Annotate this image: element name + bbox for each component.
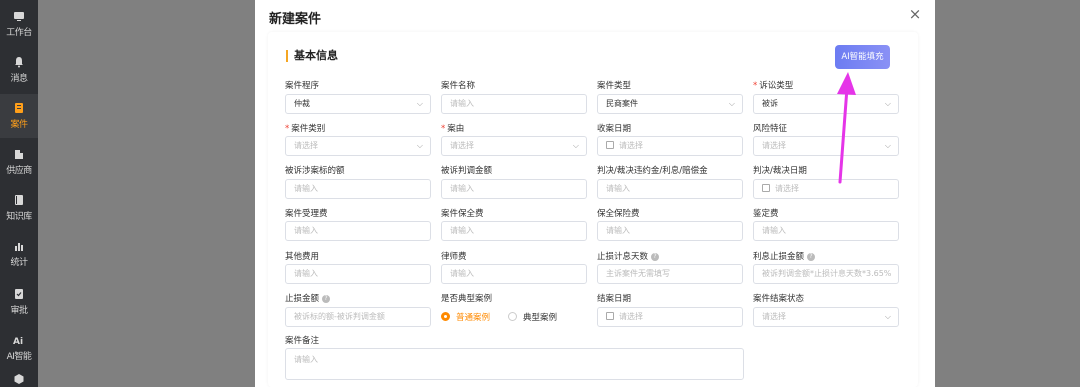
claim-amount-input[interactable]: 请输入 bbox=[285, 179, 431, 199]
sidebar-item-label: 消息 bbox=[10, 74, 28, 84]
other-fees-input[interactable]: 请输入 bbox=[285, 264, 431, 284]
sidebar-item-ai[interactable]: Ai AI智能 bbox=[0, 326, 38, 370]
calendar-icon bbox=[606, 141, 614, 149]
field-label-appraisal-fee: 鉴定费 bbox=[753, 209, 779, 219]
field-label-cause: * 案由 bbox=[441, 124, 465, 134]
insurance-fee-input[interactable]: 请输入 bbox=[597, 221, 743, 241]
penalty-input[interactable]: 请输入 bbox=[597, 179, 743, 199]
preservation-fee-input[interactable]: 请输入 bbox=[441, 221, 587, 241]
chevron-down-icon: ⌵ bbox=[416, 99, 423, 108]
case-icon bbox=[15, 103, 23, 113]
radio-typical-case[interactable]: 典型案例 bbox=[508, 311, 557, 323]
radio-normal-case[interactable]: 普通案例 bbox=[441, 311, 490, 323]
sidebar-item-label: 案件 bbox=[10, 120, 28, 130]
interest-loss-input[interactable]: 被诉判调金额*止损计息天数*3.65% bbox=[753, 264, 899, 284]
field-label-typical-case: 是否典型案例 bbox=[441, 294, 493, 304]
svg-text:Ai: Ai bbox=[13, 337, 23, 346]
appraisal-fee-input[interactable]: 请输入 bbox=[753, 221, 899, 241]
bell-icon bbox=[15, 57, 23, 68]
help-icon[interactable]: ? bbox=[807, 252, 816, 261]
sidebar-item-label: 供应商 bbox=[6, 166, 32, 176]
sidebar-item-approval[interactable]: 审批 bbox=[0, 280, 38, 324]
sidebar-item-more[interactable] bbox=[0, 370, 38, 387]
sidebar-item-label: AI智能 bbox=[6, 352, 32, 362]
filing-date-picker[interactable]: 请选择 bbox=[597, 136, 743, 156]
building-icon bbox=[15, 150, 23, 159]
annotation-arrow bbox=[837, 72, 856, 184]
sidebar-item-label: 知识库 bbox=[6, 212, 32, 222]
closing-date-picker[interactable]: 请选择 bbox=[597, 307, 743, 327]
new-case-dialog: 新建案件 × 基本信息 AI智能填充 案件程序 仲裁 ⌵ 案件名称 请输入 案件类… bbox=[255, 0, 935, 387]
radio-dot bbox=[508, 312, 517, 321]
sidebar-item-label: 审批 bbox=[10, 306, 28, 316]
lawyer-fee-input[interactable]: 请输入 bbox=[441, 264, 587, 284]
field-label-lawyer-fee: 律师费 bbox=[441, 252, 467, 262]
field-label-case-category: * 案件类别 bbox=[285, 124, 326, 134]
sidebar-item-statistics[interactable]: 统计 bbox=[0, 232, 38, 276]
field-label-remarks: 案件备注 bbox=[285, 336, 320, 346]
acceptance-fee-input[interactable]: 请输入 bbox=[285, 221, 431, 241]
field-label-closing-date: 结案日期 bbox=[597, 294, 632, 304]
ai-icon: Ai bbox=[13, 337, 23, 346]
field-label-case-type: 案件类型 bbox=[597, 81, 632, 91]
closing-status-select[interactable]: 请选择 ⌵ bbox=[753, 307, 899, 327]
sidebar-item-cases[interactable]: 案件 bbox=[0, 94, 38, 138]
chevron-down-icon: ⌵ bbox=[572, 141, 579, 150]
radio-dot bbox=[441, 312, 450, 321]
chevron-down-icon: ⌵ bbox=[884, 141, 891, 150]
case-procedure-select[interactable]: 仲裁 ⌵ bbox=[285, 94, 431, 114]
field-label-loss-amount: 止损金额? bbox=[285, 292, 331, 304]
field-label-other-fees: 其他费用 bbox=[285, 252, 320, 262]
field-label-litigation-type: * 诉讼类型 bbox=[753, 81, 794, 91]
loss-amount-input[interactable]: 被诉标的额-被诉判调金额 bbox=[285, 307, 431, 327]
field-label-judgment-amount: 被诉判调金额 bbox=[441, 166, 493, 176]
field-label-claim-amount: 被诉涉案标的额 bbox=[285, 166, 345, 176]
workbench-icon bbox=[14, 12, 24, 21]
approve-icon bbox=[15, 289, 23, 299]
field-label-risk-feature: 风险特征 bbox=[753, 124, 788, 134]
field-label-acceptance-fee: 案件受理费 bbox=[285, 209, 328, 219]
remarks-textarea[interactable]: 请输入 bbox=[285, 348, 744, 380]
field-label-insurance-fee: 保全保险费 bbox=[597, 209, 640, 219]
field-label-penalty: 判决/裁决违约金/利息/赔偿金 bbox=[597, 166, 708, 176]
calendar-icon bbox=[762, 184, 770, 192]
hexagon-icon bbox=[14, 373, 24, 384]
chevron-down-icon: ⌵ bbox=[884, 312, 891, 321]
field-label-judgment-date: 判决/裁决日期 bbox=[753, 166, 807, 176]
sidebar-item-label: 工作台 bbox=[6, 28, 32, 38]
calendar-icon bbox=[606, 312, 614, 320]
case-name-input[interactable]: 请输入 bbox=[441, 94, 587, 114]
chevron-down-icon: ⌵ bbox=[884, 99, 891, 108]
sidebar-item-knowledge[interactable]: 知识库 bbox=[0, 186, 38, 230]
cause-select[interactable]: 请选择 ⌵ bbox=[441, 136, 587, 156]
field-label-interest-loss: 利息止损金额? bbox=[753, 250, 816, 262]
field-label-filing-date: 收案日期 bbox=[597, 124, 632, 134]
sidebar-item-suppliers[interactable]: 供应商 bbox=[0, 140, 38, 184]
dialog-title: 新建案件 bbox=[269, 12, 322, 27]
field-label-closing-status: 案件结案状态 bbox=[753, 294, 805, 304]
field-label-loss-stop-days: 止损计息天数? bbox=[597, 250, 660, 262]
chevron-down-icon: ⌵ bbox=[728, 99, 735, 108]
help-icon[interactable]: ? bbox=[651, 252, 660, 261]
judgment-amount-input[interactable]: 请输入 bbox=[441, 179, 587, 199]
loss-stop-days-input[interactable]: 主诉案件无需填写 bbox=[597, 264, 743, 284]
case-type-select[interactable]: 民商案件 ⌵ bbox=[597, 94, 743, 114]
sidebar-item-label: 统计 bbox=[10, 258, 28, 268]
close-icon[interactable]: × bbox=[907, 6, 923, 22]
case-category-select[interactable]: 请选择 ⌵ bbox=[285, 136, 431, 156]
help-icon[interactable]: ? bbox=[322, 294, 331, 303]
field-label-case-name: 案件名称 bbox=[441, 81, 476, 91]
book-icon bbox=[15, 195, 23, 205]
ai-fill-button[interactable]: AI智能填充 bbox=[835, 45, 890, 69]
chart-icon bbox=[15, 243, 23, 251]
chevron-down-icon: ⌵ bbox=[416, 141, 423, 150]
field-label-preservation-fee: 案件保全费 bbox=[441, 209, 484, 219]
section-title: 基本信息 bbox=[286, 50, 338, 62]
field-label-case-procedure: 案件程序 bbox=[285, 81, 320, 91]
sidebar: 工作台 消息 案件 供应商 知识库 统计 审批 Ai AI智能 bbox=[0, 0, 38, 387]
sidebar-item-workbench[interactable]: 工作台 bbox=[0, 2, 38, 46]
sidebar-item-messages[interactable]: 消息 bbox=[0, 48, 38, 92]
